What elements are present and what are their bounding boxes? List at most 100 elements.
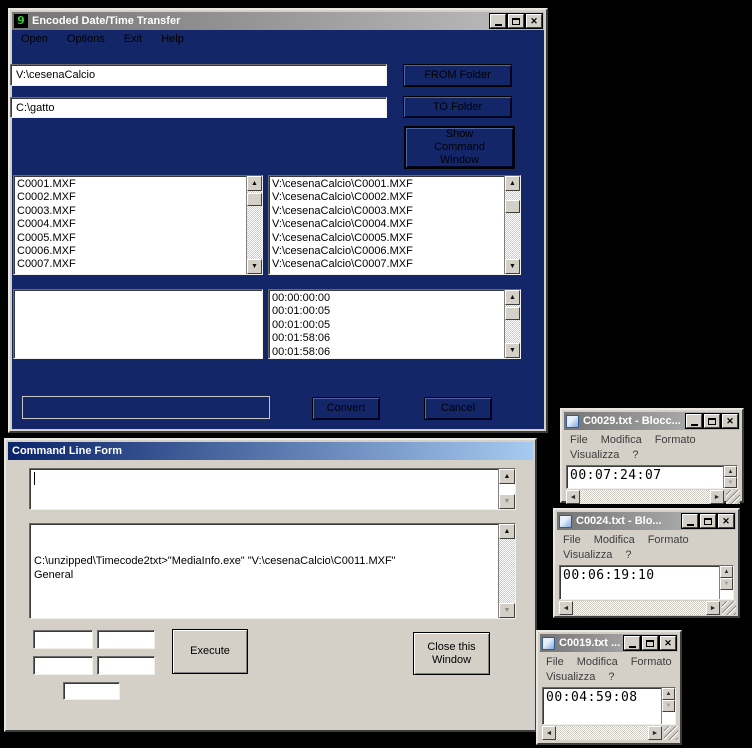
list-item[interactable]: 00:01:58:06 [272, 346, 504, 358]
minimize-button[interactable] [682, 514, 698, 528]
resize-grip[interactable] [726, 490, 740, 504]
scrollbar-track[interactable] [556, 726, 648, 740]
menu-file[interactable]: File [570, 434, 588, 446]
scroll-left-icon[interactable]: ◄ [542, 726, 556, 740]
resize-grip[interactable] [664, 726, 678, 740]
timecode-list-scrollbar[interactable]: ▲ ▼ [504, 290, 520, 358]
menu-modifica[interactable]: Modifica [577, 656, 618, 668]
value-input-5[interactable] [63, 682, 120, 700]
scroll-down-icon[interactable]: ▼ [247, 259, 262, 274]
list-item[interactable]: C0004.MXF [17, 218, 246, 231]
scroll-down-icon[interactable]: ▼ [720, 578, 733, 590]
scroll-up-icon[interactable]: ▲ [662, 688, 675, 700]
menu-visualizza[interactable]: Visualizza [563, 549, 612, 561]
scroll-up-icon[interactable]: ▲ [724, 466, 737, 477]
to-path-field[interactable]: C:\gatto [10, 97, 387, 118]
notepad-hscrollbar[interactable]: ◄ ► [566, 490, 724, 504]
scroll-left-icon[interactable]: ◄ [566, 490, 580, 504]
value-input-2[interactable] [97, 630, 155, 649]
list-item[interactable]: 00:01:00:05 [272, 305, 504, 318]
notepad-edit-area[interactable]: 00:07:24:07 ▲ ▼ [566, 465, 738, 489]
scrollbar-track[interactable] [580, 490, 710, 504]
scroll-right-icon[interactable]: ► [710, 490, 724, 504]
menu-help[interactable]: ? [608, 671, 614, 683]
menu-formato[interactable]: Formato [648, 534, 689, 546]
file-list-scrollbar[interactable]: ▲ ▼ [246, 176, 262, 274]
convert-button[interactable]: Convert [312, 397, 380, 420]
value-input-3[interactable] [33, 656, 93, 675]
notepad-edit-area[interactable]: 00:04:59:08 ▲ ▼ [542, 687, 676, 725]
cancel-button[interactable]: Cancel [424, 397, 492, 420]
scroll-right-icon[interactable]: ► [706, 601, 720, 615]
close-this-window-button[interactable]: Close this Window [413, 632, 490, 675]
close-button[interactable]: ✕ [526, 14, 542, 28]
list-item[interactable]: V:\cesenaCalcio\C0005.MXF [272, 232, 504, 245]
main-titlebar[interactable]: 9 Encoded Date/Time Transfer ✕ [12, 12, 544, 30]
minimize-button[interactable] [624, 636, 640, 650]
menu-visualizza[interactable]: Visualizza [546, 671, 595, 683]
list-item[interactable]: V:\cesenaCalcio\C0006.MXF [272, 245, 504, 258]
list-item[interactable]: V:\cesenaCalcio\C0002.MXF [272, 191, 504, 204]
menu-formato[interactable]: Formato [655, 434, 696, 446]
value-input-1[interactable] [33, 630, 93, 649]
list-item[interactable]: C0005.MXF [17, 232, 246, 245]
scroll-up-icon[interactable]: ▲ [720, 566, 733, 578]
scrollbar-thumb[interactable] [505, 200, 520, 213]
show-command-window-button[interactable]: Show Command Window [404, 126, 515, 169]
scroll-up-icon[interactable]: ▲ [499, 469, 515, 484]
to-folder-button[interactable]: TO Folder [403, 96, 512, 118]
notepad-vscrollbar[interactable]: ▲ ▼ [661, 688, 675, 724]
menu-options[interactable]: Options [67, 33, 105, 45]
scroll-down-icon[interactable]: ▼ [505, 259, 520, 274]
list-item[interactable]: C0002.MXF [17, 191, 246, 204]
scroll-down-icon[interactable]: ▼ [499, 494, 515, 509]
menu-file[interactable]: File [546, 656, 564, 668]
notepad-vscrollbar[interactable]: ▲ ▼ [723, 466, 737, 488]
menu-help[interactable]: ? [625, 549, 631, 561]
scroll-down-icon[interactable]: ▼ [499, 603, 515, 618]
menu-help[interactable]: Help [161, 33, 184, 45]
command-input-area[interactable]: ▲ ▼ [29, 468, 516, 510]
menu-modifica[interactable]: Modifica [601, 434, 642, 446]
notepad-hscrollbar[interactable]: ◄ ► [542, 726, 662, 740]
scroll-down-icon[interactable]: ▼ [724, 477, 737, 488]
notepad-titlebar[interactable]: C0019.txt ... ✕ [540, 634, 678, 652]
from-folder-button[interactable]: FROM Folder [403, 64, 512, 87]
scroll-right-icon[interactable]: ► [648, 726, 662, 740]
menu-visualizza[interactable]: Visualizza [570, 449, 619, 461]
list-item[interactable]: C0001.MXF [17, 178, 246, 191]
list-item[interactable]: 00:01:00:05 [272, 319, 504, 332]
path-list-scrollbar[interactable]: ▲ ▼ [504, 176, 520, 274]
notepad-titlebar[interactable]: C0024.txt - Blo... ✕ [557, 512, 736, 530]
scroll-up-icon[interactable]: ▲ [505, 290, 520, 305]
minimize-button[interactable] [490, 14, 506, 28]
list-item[interactable]: C0006.MXF [17, 245, 246, 258]
notepad-hscrollbar[interactable]: ◄ ► [559, 601, 720, 615]
list-item[interactable]: V:\cesenaCalcio\C0001.MXF [272, 178, 504, 191]
output-scrollbar[interactable]: ▲ ▼ [498, 524, 515, 618]
notepad-vscrollbar[interactable]: ▲ ▼ [719, 566, 733, 599]
list-item[interactable]: V:\cesenaCalcio\C0003.MXF [272, 205, 504, 218]
minimize-button[interactable] [686, 414, 702, 428]
empty-list[interactable] [13, 289, 263, 359]
menu-formato[interactable]: Formato [631, 656, 672, 668]
resize-grip[interactable] [722, 601, 736, 615]
maximize-button[interactable] [700, 514, 716, 528]
menu-modifica[interactable]: Modifica [594, 534, 635, 546]
scroll-up-icon[interactable]: ▲ [499, 524, 515, 539]
list-item[interactable]: C0003.MXF [17, 205, 246, 218]
notepad-titlebar[interactable]: C0029.txt - Blocc... ✕ [564, 412, 740, 430]
maximize-button[interactable] [704, 414, 720, 428]
close-button[interactable]: ✕ [718, 514, 734, 528]
notepad-edit-area[interactable]: 00:06:19:10 ▲ ▼ [559, 565, 734, 600]
input-scrollbar[interactable]: ▲ ▼ [498, 469, 515, 509]
command-output-area[interactable]: C:\unzipped\Timecode2txt>"MediaInfo.exe"… [29, 523, 516, 619]
close-button[interactable]: ✕ [660, 636, 676, 650]
close-button[interactable]: ✕ [722, 414, 738, 428]
scroll-down-icon[interactable]: ▼ [662, 700, 675, 712]
execute-button[interactable]: Execute [172, 629, 248, 674]
menu-open[interactable]: Open [21, 33, 48, 45]
list-item[interactable]: 00:00:00:00 [272, 292, 504, 305]
maximize-button[interactable] [508, 14, 524, 28]
scroll-up-icon[interactable]: ▲ [505, 176, 520, 191]
